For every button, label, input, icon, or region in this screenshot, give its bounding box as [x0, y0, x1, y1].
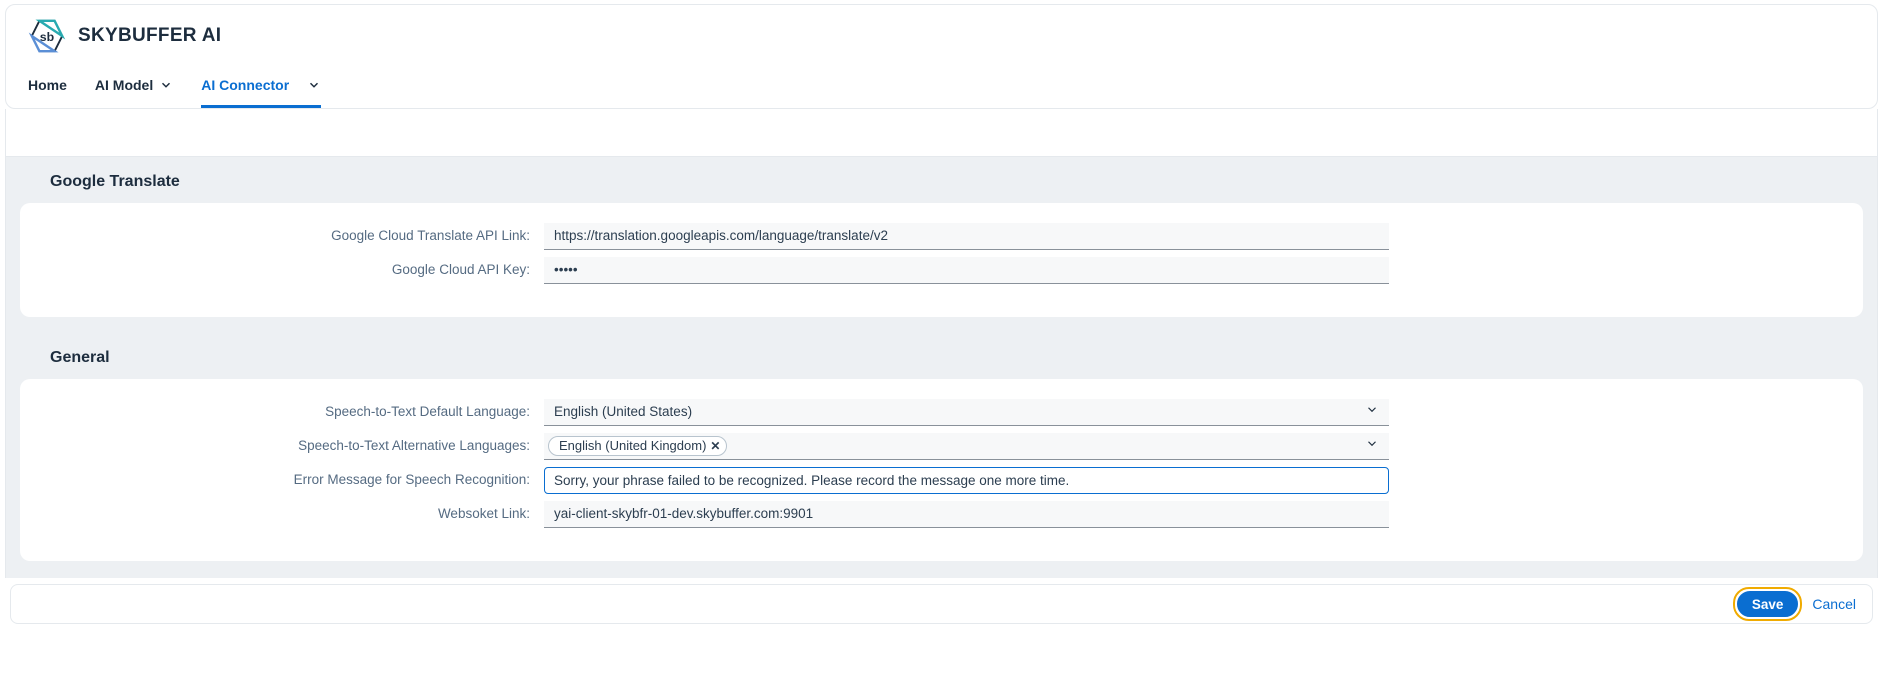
chevron-down-icon [159, 78, 173, 92]
label-translate-api-link: Google Cloud Translate API Link: [42, 227, 544, 246]
panel-general: Speech-to-Text Default Language: Speech-… [20, 379, 1863, 561]
row-google-api-key: Google Cloud API Key: [42, 255, 1841, 285]
input-translate-api-link[interactable] [544, 223, 1389, 250]
section-title-general: General [6, 333, 1877, 379]
cancel-button[interactable]: Cancel [1810, 592, 1858, 616]
chevron-down-icon [307, 78, 321, 92]
row-error-message: Error Message for Speech Recognition: [42, 465, 1841, 495]
chevron-down-icon [1365, 436, 1379, 455]
multiselect-alt-languages[interactable]: English (United Kingdom) ✕ [544, 433, 1389, 460]
footer-bar: Save Cancel [10, 584, 1873, 624]
svg-text:sb: sb [40, 30, 55, 44]
row-default-language: Speech-to-Text Default Language: [42, 397, 1841, 427]
tab-home[interactable]: Home [28, 69, 67, 108]
app-header: sb SKYBUFFER AI [6, 5, 1877, 55]
tab-ai-connector[interactable]: AI Connector [201, 69, 321, 108]
row-websocket-link: Websoket Link: [42, 499, 1841, 529]
label-default-language: Speech-to-Text Default Language: [42, 403, 544, 422]
label-error-message: Error Message for Speech Recognition: [42, 471, 544, 490]
tab-ai-connector-label: AI Connector [201, 77, 289, 93]
panel-google-translate: Google Cloud Translate API Link: Google … [20, 203, 1863, 317]
toolbar-spacer [6, 109, 1877, 157]
main-tabs: Home AI Model AI Connector [6, 55, 1877, 108]
label-alt-languages: Speech-to-Text Alternative Languages: [42, 437, 544, 456]
input-error-message[interactable] [544, 467, 1389, 494]
app-title: SKYBUFFER AI [78, 25, 221, 47]
select-default-language[interactable] [544, 399, 1389, 426]
save-button-highlight: Save [1733, 587, 1803, 621]
token-alt-language: English (United Kingdom) ✕ [548, 436, 727, 456]
input-google-api-key[interactable] [544, 257, 1389, 284]
input-websocket-link[interactable] [544, 501, 1389, 528]
row-translate-api-link: Google Cloud Translate API Link: [42, 221, 1841, 251]
app-logo-icon: sb [28, 17, 66, 55]
label-google-api-key: Google Cloud API Key: [42, 261, 544, 280]
header-card: sb SKYBUFFER AI Home AI Model AI Connect… [5, 4, 1878, 109]
row-alt-languages: Speech-to-Text Alternative Languages: En… [42, 431, 1841, 461]
section-title-google-translate: Google Translate [6, 157, 1877, 203]
content-area: Google Translate Google Cloud Translate … [5, 109, 1878, 578]
tab-ai-model[interactable]: AI Model [95, 69, 173, 108]
token-alt-language-label: English (United Kingdom) [559, 438, 706, 453]
tab-ai-model-label: AI Model [95, 77, 153, 93]
token-remove-icon[interactable]: ✕ [710, 440, 720, 452]
save-button[interactable]: Save [1737, 591, 1799, 617]
label-websocket-link: Websoket Link: [42, 505, 544, 524]
tab-home-label: Home [28, 77, 67, 93]
